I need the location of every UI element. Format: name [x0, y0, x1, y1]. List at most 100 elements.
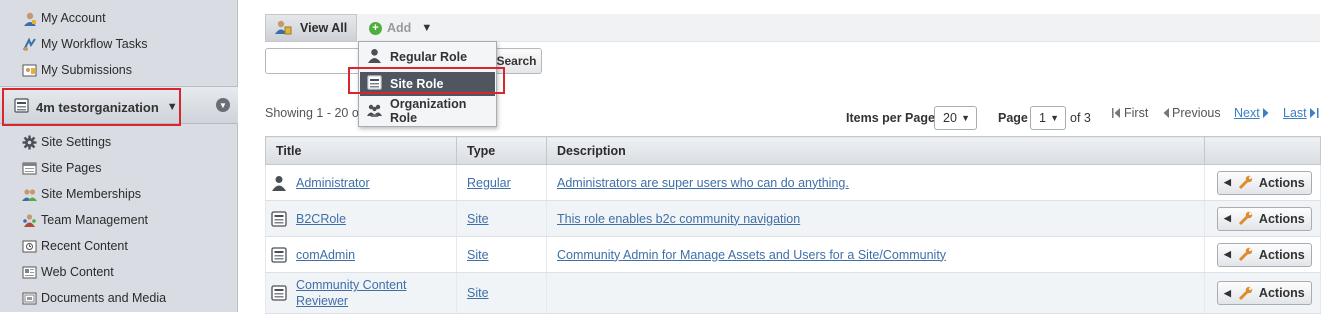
- title-cell: comAdmin: [265, 236, 457, 273]
- site-role-icon: [271, 210, 287, 227]
- org-name: 4m testorganization: [36, 99, 159, 115]
- of-pages-text: of 3: [1070, 111, 1091, 125]
- actions-button[interactable]: ◀ Actions: [1217, 206, 1312, 231]
- role-type-link[interactable]: Regular: [467, 176, 511, 190]
- column-header-description[interactable]: Description: [546, 136, 1205, 165]
- site-role-icon: [14, 98, 29, 116]
- actions-button[interactable]: ◀ Actions: [1217, 281, 1312, 305]
- first-label: First: [1124, 106, 1149, 120]
- sidebar-item-recent-content[interactable]: Recent Content: [22, 236, 128, 256]
- page-select[interactable]: 1 ▼: [1030, 106, 1066, 130]
- org-selector[interactable]: 4m testorganization ▼: [2, 88, 181, 126]
- next-page-link[interactable]: Next: [1234, 106, 1269, 120]
- column-header-type[interactable]: Type: [456, 136, 547, 165]
- last-label: Last: [1283, 106, 1307, 120]
- user-icon: [271, 175, 287, 191]
- add-plus-icon: +: [369, 21, 382, 35]
- items-per-page-select[interactable]: 20 ▼: [934, 106, 977, 130]
- actions-button[interactable]: ◀ Actions: [1217, 242, 1312, 267]
- memberships-icon: [22, 187, 37, 202]
- role-type-link[interactable]: Site: [467, 248, 489, 262]
- caret-left-icon: ◀: [1224, 249, 1231, 259]
- sidebar-item-documents-and-media[interactable]: Documents and Media: [22, 288, 166, 308]
- role-title-link[interactable]: Community Content Reviewer: [296, 277, 416, 309]
- actions-button[interactable]: ◀ Actions: [1217, 170, 1312, 195]
- table-header-row: Title Type Description: [265, 136, 1321, 165]
- sidebar-item-web-content[interactable]: Web Content: [22, 262, 114, 282]
- documents-icon: [22, 291, 37, 306]
- search-button[interactable]: Search: [491, 48, 542, 74]
- toolbar: View All + Add ▼: [265, 14, 1320, 42]
- view-all-button[interactable]: View All: [265, 14, 357, 42]
- role-description-link[interactable]: Administrators are super users who can d…: [557, 176, 849, 190]
- sidebar-item-team-management[interactable]: Team Management: [22, 210, 148, 230]
- wrench-icon: [1238, 175, 1253, 190]
- role-type-link[interactable]: Site: [467, 286, 489, 300]
- sidebar-item-label: Site Memberships: [41, 187, 142, 201]
- type-cell: Site: [456, 200, 547, 237]
- roles-icon: [274, 19, 292, 38]
- site-role-icon: [271, 285, 287, 301]
- menu-item-regular-role[interactable]: Regular Role: [360, 45, 495, 69]
- sidebar: My Account My Workflow Tasks My Submissi…: [0, 0, 238, 312]
- submissions-icon: [22, 63, 37, 78]
- account-icon: [22, 11, 37, 26]
- role-type-link[interactable]: Site: [467, 212, 489, 226]
- wrench-icon: [1238, 247, 1253, 262]
- sidebar-item-label: Site Pages: [41, 161, 102, 175]
- add-button[interactable]: + Add ▼: [369, 14, 432, 42]
- role-title-link[interactable]: B2CRole: [296, 212, 346, 226]
- title-cell: Community Content Reviewer: [265, 272, 457, 314]
- sidebar-item-label: Recent Content: [41, 239, 128, 253]
- sidebar-item-my-submissions[interactable]: My Submissions: [22, 60, 132, 80]
- recent-content-icon: [22, 239, 37, 254]
- sidebar-item-label: My Account: [41, 11, 106, 25]
- role-title-link[interactable]: comAdmin: [296, 248, 355, 262]
- role-title-link[interactable]: Administrator: [296, 176, 370, 190]
- actions-cell: ◀ Actions: [1204, 200, 1321, 237]
- caret-down-icon: ▼: [166, 101, 178, 113]
- menu-item-label: Site Role: [390, 77, 444, 91]
- description-cell: [546, 272, 1205, 314]
- title-cell: Administrator: [265, 164, 457, 201]
- pages-icon: [22, 161, 37, 176]
- view-all-label: View All: [300, 21, 348, 35]
- add-label: Add: [387, 21, 412, 35]
- sidebar-item-my-workflow-tasks[interactable]: My Workflow Tasks: [22, 34, 148, 54]
- first-icon: [1112, 108, 1121, 118]
- site-role-icon: [271, 246, 287, 263]
- column-header-title[interactable]: Title: [265, 136, 457, 165]
- first-page-link[interactable]: First: [1112, 106, 1148, 120]
- actions-cell: ◀ Actions: [1204, 164, 1321, 201]
- title-cell: B2CRole: [265, 200, 457, 237]
- sidebar-item-my-account[interactable]: My Account: [22, 8, 106, 28]
- organization-icon: [367, 102, 382, 120]
- next-icon: [1262, 108, 1269, 118]
- sidebar-item-site-settings[interactable]: Site Settings: [22, 132, 111, 152]
- sidebar-item-site-pages[interactable]: Site Pages: [22, 158, 101, 178]
- actions-cell: ◀ Actions: [1204, 272, 1321, 314]
- actions-cell: ◀ Actions: [1204, 236, 1321, 273]
- page-label: Page: [998, 111, 1028, 125]
- menu-item-label: Regular Role: [390, 50, 468, 64]
- role-description-link[interactable]: Community Admin for Manage Assets and Us…: [557, 248, 946, 262]
- collapse-toggle-icon[interactable]: ▼: [216, 98, 230, 112]
- type-cell: Site: [456, 272, 547, 314]
- menu-item-site-role[interactable]: Site Role: [360, 72, 495, 96]
- previous-page-link[interactable]: Previous: [1163, 106, 1221, 120]
- menu-item-organization-role[interactable]: Organization Role: [360, 97, 495, 125]
- next-label: Next: [1234, 106, 1260, 120]
- sidebar-item-label: My Submissions: [41, 63, 132, 77]
- last-page-link[interactable]: Last: [1283, 106, 1319, 120]
- sidebar-item-label: My Workflow Tasks: [41, 37, 148, 51]
- table-row: B2CRole Site This role enables b2c commu…: [265, 200, 1321, 237]
- role-description-link[interactable]: This role enables b2c community navigati…: [557, 212, 800, 226]
- items-per-page-value: 20: [943, 111, 957, 125]
- actions-label: Actions: [1258, 211, 1305, 226]
- type-cell: Regular: [456, 164, 547, 201]
- sidebar-item-site-memberships[interactable]: Site Memberships: [22, 184, 141, 204]
- sidebar-item-label: Web Content: [41, 265, 114, 279]
- sidebar-item-label: Team Management: [41, 213, 149, 227]
- caret-left-icon: ◀: [1224, 213, 1231, 223]
- add-dropdown-menu: Regular Role Site Role Organization Role: [358, 41, 497, 127]
